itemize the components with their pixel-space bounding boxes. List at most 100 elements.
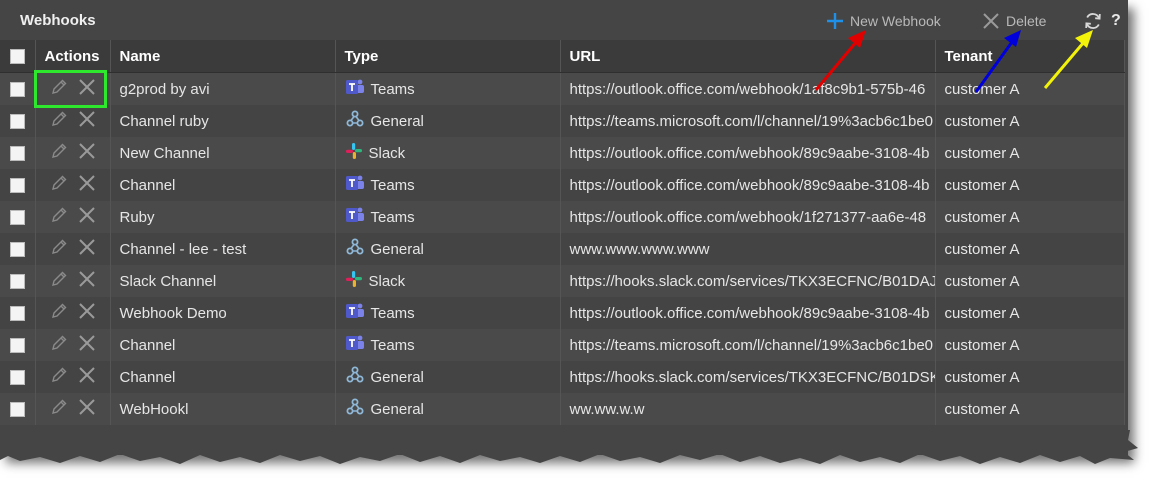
row-checkbox[interactable]: [9, 178, 25, 194]
table-row[interactable]: Channel Teams https://outlook.office.com/w…: [0, 169, 1125, 201]
yellow-arrow: [1043, 41, 1086, 89]
row-url: https://outlook.office.com/webhook/89c9a…: [560, 297, 936, 329]
row-name: Channel: [110, 169, 336, 201]
row-tenant: customer A: [935, 233, 1125, 265]
row-select-cell[interactable]: [0, 233, 36, 265]
webhook-icon: [345, 397, 365, 421]
row-type-cell: Teams: [335, 297, 561, 329]
webhooks-panel: Webhooks New Webhook Delete ? Actions Na…: [0, 0, 1128, 455]
pencil-icon[interactable]: [50, 238, 68, 260]
row-checkbox[interactable]: [9, 370, 25, 386]
row-tenant: customer A: [935, 265, 1125, 297]
table-row[interactable]: Channel General https://hooks.slack.com/se…: [0, 361, 1125, 393]
close-icon[interactable]: [78, 366, 96, 388]
row-select-cell[interactable]: [0, 137, 36, 169]
row-select-cell[interactable]: [0, 265, 36, 297]
table-row[interactable]: Webhook Demo Teams https://outlook.office.…: [0, 297, 1125, 329]
row-type: Slack: [368, 144, 406, 162]
close-icon[interactable]: [78, 302, 96, 324]
close-icon[interactable]: [78, 142, 96, 164]
row-name: New Channel: [110, 137, 336, 169]
teams-icon: [345, 206, 365, 228]
row-name: Channel - lee - test: [110, 233, 336, 265]
torn-paper-edge: [0, 430, 1138, 464]
teams-icon: [345, 174, 365, 196]
row-select-cell[interactable]: [0, 329, 36, 361]
row-checkbox[interactable]: [9, 306, 25, 322]
row-type-cell: Slack: [335, 265, 561, 297]
pencil-icon[interactable]: [50, 270, 68, 292]
pencil-icon[interactable]: [50, 142, 68, 164]
close-icon[interactable]: [78, 270, 96, 292]
table-row[interactable]: Ruby Teams https://outlook.office.com/webh…: [0, 201, 1125, 233]
row-select-cell[interactable]: [0, 393, 36, 425]
annotation-arrows: [814, 30, 1093, 93]
row-select-cell[interactable]: [0, 297, 36, 329]
row-type-cell: Slack: [335, 137, 561, 169]
row-select-cell[interactable]: [0, 201, 36, 233]
blue-arrowhead: [1004, 30, 1021, 47]
close-icon[interactable]: [78, 334, 96, 356]
webhook-icon: [345, 365, 365, 389]
row-type: General: [370, 400, 424, 418]
row-checkbox[interactable]: [9, 146, 25, 162]
table-row[interactable]: Slack Channel Slack https://hooks.slack.co…: [0, 265, 1125, 297]
row-checkbox[interactable]: [9, 242, 25, 258]
row-actions: [35, 329, 111, 361]
row-actions: [35, 393, 111, 425]
teams-icon: [345, 334, 365, 356]
row-type: Teams: [370, 336, 415, 354]
table-row[interactable]: Channel Teams https://teams.microsoft.com/…: [0, 329, 1125, 361]
close-icon[interactable]: [78, 206, 96, 228]
row-type: Slack: [368, 272, 406, 290]
close-icon[interactable]: [78, 174, 96, 196]
row-checkbox[interactable]: [9, 274, 25, 290]
row-actions: [35, 169, 111, 201]
row-type: General: [370, 368, 424, 386]
row-type-cell: Teams: [335, 329, 561, 361]
webhook-icon: [345, 237, 365, 261]
row-select-cell[interactable]: [0, 361, 36, 393]
row-url: https://outlook.office.com/webhook/1f271…: [560, 201, 936, 233]
row-actions: [35, 137, 111, 169]
row-tenant: customer A: [935, 329, 1125, 361]
row-type-cell: Teams: [335, 169, 561, 201]
row-type-cell: General: [335, 361, 561, 393]
row-tenant: customer A: [935, 361, 1125, 393]
row-url: ww.ww.w.w: [560, 393, 936, 425]
row-checkbox[interactable]: [9, 338, 25, 354]
row-checkbox[interactable]: [9, 402, 25, 418]
row-checkbox[interactable]: [9, 210, 25, 226]
pencil-icon[interactable]: [50, 206, 68, 228]
row-type: Teams: [370, 208, 415, 226]
row-name: Webhook Demo: [110, 297, 336, 329]
blue-arrow: [974, 41, 1014, 93]
table-row[interactable]: Channel - lee - test General www.www.www.w…: [0, 233, 1125, 265]
row-actions: [35, 265, 111, 297]
close-icon[interactable]: [78, 238, 96, 260]
row-select-cell[interactable]: [0, 169, 36, 201]
row-name: Channel: [110, 361, 336, 393]
row-actions: [35, 201, 111, 233]
red-arrowhead: [848, 30, 866, 48]
pencil-icon[interactable]: [50, 174, 68, 196]
pencil-icon[interactable]: [50, 398, 68, 420]
pencil-icon[interactable]: [50, 366, 68, 388]
row-name: WebHookl: [110, 393, 336, 425]
row-url: https://hooks.slack.com/services/TKX3ECF…: [560, 361, 936, 393]
close-icon[interactable]: [78, 398, 96, 420]
row-type-cell: General: [335, 393, 561, 425]
table-row[interactable]: New Channel Slack https://outlook.office.c…: [0, 137, 1125, 169]
row-type: General: [370, 240, 424, 258]
table-row[interactable]: WebHookl General ww.ww.w.w customer A: [0, 393, 1125, 425]
row-url: https://hooks.slack.com/services/TKX3ECF…: [560, 265, 936, 297]
row-type-cell: General: [335, 233, 561, 265]
pencil-icon[interactable]: [50, 302, 68, 324]
row-name: Channel: [110, 329, 336, 361]
row-url: www.www.www.www: [560, 233, 936, 265]
row-type-cell: Teams: [335, 201, 561, 233]
yellow-arrowhead: [1075, 30, 1093, 48]
row-name: Slack Channel: [110, 265, 336, 297]
pencil-icon[interactable]: [50, 334, 68, 356]
row-url: https://teams.microsoft.com/l/channel/19…: [560, 329, 936, 361]
